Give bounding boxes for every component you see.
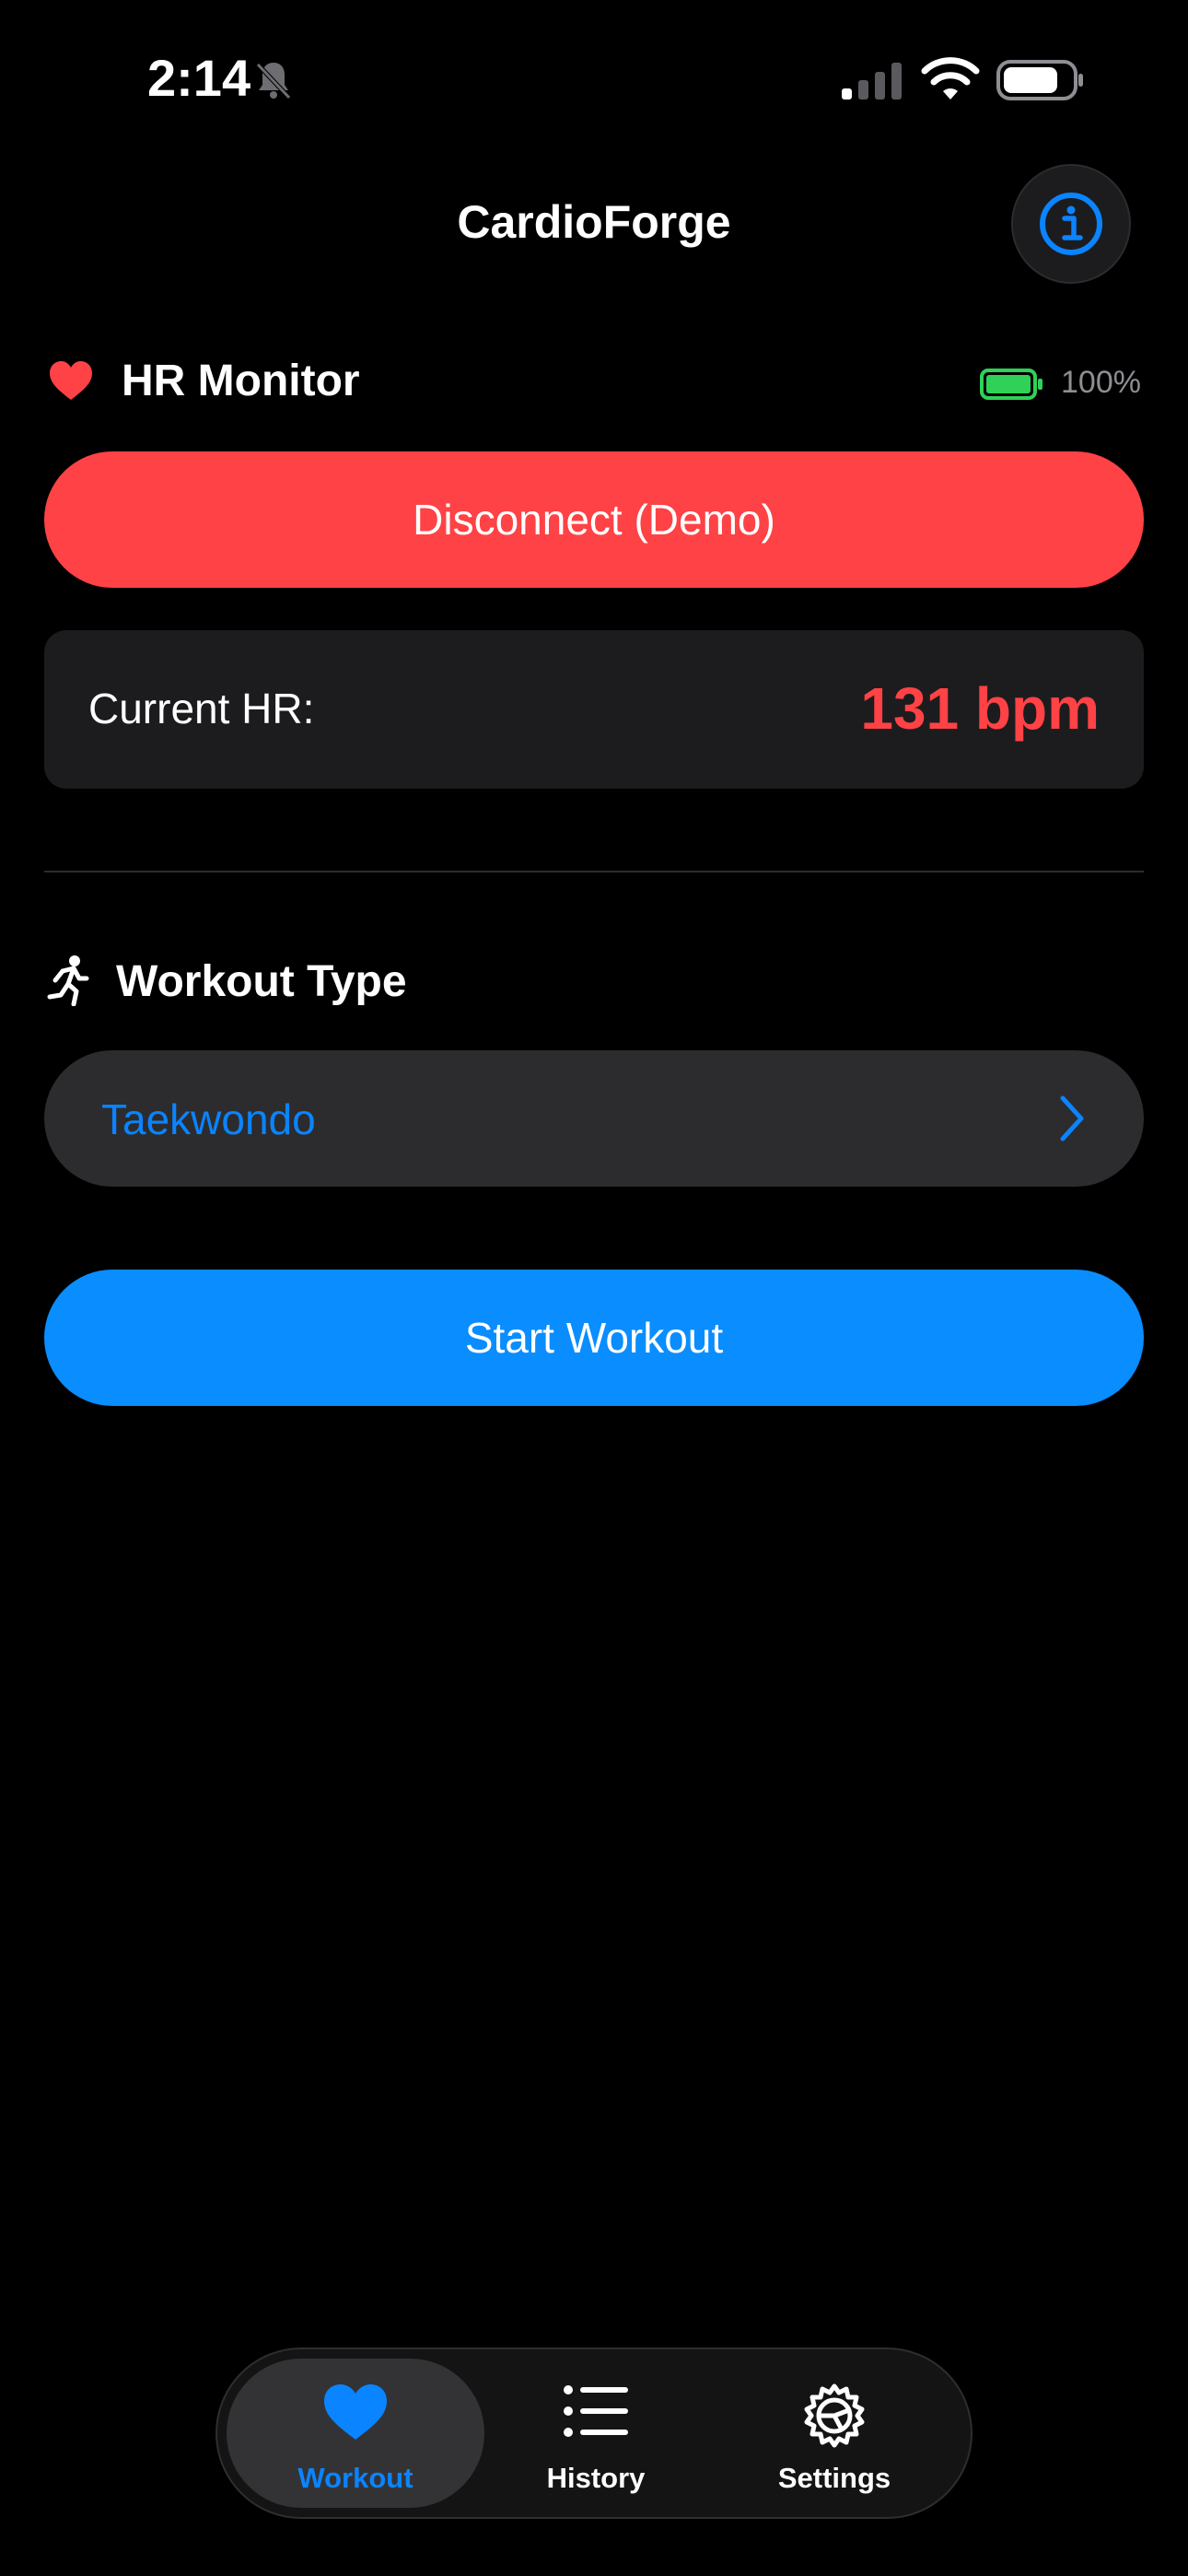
heart-icon [50,361,92,400]
runner-icon [47,955,89,1006]
info-circle-icon [1040,193,1102,255]
tab-label-workout: Workout [297,2462,413,2494]
current-hr-label: Current HR: [88,685,315,732]
disconnect-button[interactable]: Disconnect (Demo) [44,451,1144,588]
app-title: CardioForge [457,196,731,248]
workout-type-selector[interactable]: Taekwondo [44,1050,1144,1187]
cellular-signal-icon [842,63,902,100]
tab-label-history: History [546,2462,646,2494]
status-time: 2:14 [147,49,251,107]
device-battery-icon [980,369,1042,400]
list-icon [564,2385,628,2437]
info-button[interactable] [1011,164,1131,284]
section-divider [44,871,1144,872]
current-hr-card: Current HR: 131 bpm [44,630,1144,789]
gear-icon [804,2383,865,2448]
tab-bar: Workout History Settings [215,2348,973,2519]
start-workout-button[interactable]: Start Workout [44,1270,1144,1406]
heart-icon [324,2384,387,2440]
tab-history[interactable]: History [467,2359,725,2508]
tab-label-settings: Settings [777,2462,891,2494]
tab-settings[interactable]: Settings [705,2359,963,2508]
wifi-icon [921,57,980,100]
battery-icon [996,60,1083,100]
device-battery-label: 100% [1061,365,1141,400]
chevron-right-icon [1060,1095,1084,1142]
tab-workout[interactable]: Workout [227,2359,484,2508]
bell-slash-icon [256,63,291,100]
hr-monitor-title: HR Monitor [122,357,360,405]
workout-type-title: Workout Type [116,957,407,1006]
current-hr-value: 131 bpm [860,675,1100,742]
workout-type-value: Taekwondo [101,1095,316,1143]
